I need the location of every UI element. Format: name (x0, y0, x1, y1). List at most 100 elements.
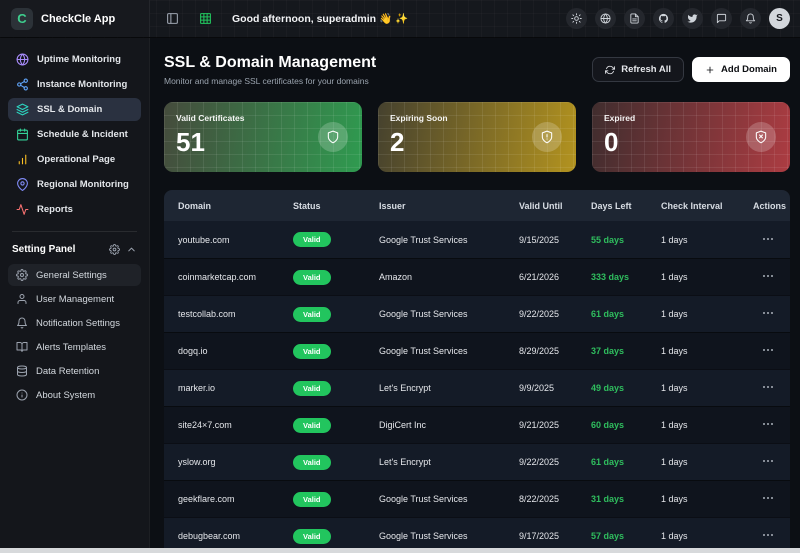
table-header-row: DomainStatusIssuerValid UntilDays LeftCh… (164, 190, 790, 221)
row-actions-button[interactable] (762, 233, 774, 247)
notifications-button[interactable] (740, 8, 761, 29)
column-header-status: Status (293, 201, 379, 211)
status-cell: Valid (293, 492, 379, 507)
user-avatar[interactable]: S (769, 8, 790, 29)
stat-card-valid-certificates: Valid Certificates51 (164, 102, 362, 172)
sidebar-item-reports[interactable]: Reports (8, 198, 141, 221)
actions-cell (753, 307, 790, 321)
sidebar: Uptime MonitoringInstance MonitoringSSL … (0, 38, 150, 548)
table-row: testcollab.comValidGoogle Trust Services… (164, 295, 790, 332)
status-cell: Valid (293, 232, 379, 247)
stat-card-expiring-soon: Expiring Soon2 (378, 102, 576, 172)
layers-icon (16, 103, 29, 116)
sidebar-collapse-button[interactable] (166, 12, 179, 25)
refresh-all-button[interactable]: Refresh All (592, 57, 684, 82)
sidebar-nav: Uptime MonitoringInstance MonitoringSSL … (0, 48, 149, 221)
domain-cell: youtube.com (178, 235, 293, 245)
shield-alert-icon (540, 130, 554, 144)
status-badge: Valid (293, 344, 331, 359)
domain-cell: marker.io (178, 383, 293, 393)
bar-chart-icon (16, 153, 29, 166)
days-left-cell: 37 days (591, 346, 661, 356)
settings-item-data-retention[interactable]: Data Retention (8, 360, 141, 382)
check-interval-cell: 1 days (661, 420, 753, 430)
apps-grid-button[interactable] (199, 12, 212, 25)
row-actions-button[interactable] (762, 381, 774, 395)
row-actions-button[interactable] (762, 455, 774, 469)
add-domain-label: Add Domain (721, 64, 777, 75)
table-row: youtube.comValidGoogle Trust Services9/1… (164, 221, 790, 258)
row-actions-button[interactable] (762, 529, 774, 543)
docs-button[interactable] (624, 8, 645, 29)
status-badge: Valid (293, 418, 331, 433)
settings-item-label: Notification Settings (36, 318, 120, 329)
domain-cell: yslow.org (178, 457, 293, 467)
issuer-cell: Google Trust Services (379, 346, 519, 356)
valid-until-cell: 9/9/2025 (519, 383, 591, 393)
settings-item-user-management[interactable]: User Management (8, 288, 141, 310)
stat-card-icon-circle (318, 122, 348, 152)
settings-panel-header: Setting Panel (0, 240, 149, 262)
status-cell: Valid (293, 455, 379, 470)
calendar-icon (16, 128, 29, 141)
column-header-issuer: Issuer (379, 201, 519, 211)
add-domain-button[interactable]: Add Domain (692, 57, 790, 82)
grid-icon (199, 12, 212, 25)
sidebar-item-ssl-domain[interactable]: SSL & Domain (8, 98, 141, 121)
issuer-cell: DigiCert Inc (379, 420, 519, 430)
days-left-cell: 333 days (591, 272, 661, 282)
bottom-edge-strip (0, 548, 800, 553)
table-row: marker.ioValidLet's Encrypt9/9/202549 da… (164, 369, 790, 406)
language-button[interactable] (595, 8, 616, 29)
refresh-all-label: Refresh All (621, 64, 671, 75)
actions-cell (753, 233, 790, 247)
refresh-icon (605, 65, 615, 75)
sidebar-item-regional-monitoring[interactable]: Regional Monitoring (8, 173, 141, 196)
actions-cell (753, 344, 790, 358)
row-actions-button[interactable] (762, 270, 774, 284)
twitter-button[interactable] (682, 8, 703, 29)
status-cell: Valid (293, 529, 379, 544)
github-button[interactable] (653, 8, 674, 29)
valid-until-cell: 9/15/2025 (519, 235, 591, 245)
theme-toggle-button[interactable] (566, 8, 587, 29)
row-actions-button[interactable] (762, 307, 774, 321)
map-pin-icon (16, 178, 29, 191)
status-badge: Valid (293, 455, 331, 470)
sidebar-item-operational-page[interactable]: Operational Page (8, 148, 141, 171)
column-header-actions: Actions (753, 201, 790, 211)
sidebar-item-instance-monitoring[interactable]: Instance Monitoring (8, 73, 141, 96)
table-row: dogq.ioValidGoogle Trust Services8/29/20… (164, 332, 790, 369)
settings-item-notification-settings[interactable]: Notification Settings (8, 312, 141, 334)
status-badge: Valid (293, 232, 331, 247)
status-badge: Valid (293, 307, 331, 322)
domain-cell: coinmarketcap.com (178, 272, 293, 282)
settings-item-about-system[interactable]: About System (8, 384, 141, 406)
row-actions-button[interactable] (762, 344, 774, 358)
check-interval-cell: 1 days (661, 235, 753, 245)
sidebar-item-uptime-monitoring[interactable]: Uptime Monitoring (8, 48, 141, 71)
row-actions-button[interactable] (762, 418, 774, 432)
table-row: geekflare.comValidGoogle Trust Services8… (164, 480, 790, 517)
status-cell: Valid (293, 270, 379, 285)
table-row: coinmarketcap.comValidAmazon6/21/2026333… (164, 258, 790, 295)
feedback-button[interactable] (711, 8, 732, 29)
settings-item-alerts-templates[interactable]: Alerts Templates (8, 336, 141, 358)
bell-icon (16, 317, 28, 329)
issuer-cell: Let's Encrypt (379, 383, 519, 393)
status-cell: Valid (293, 307, 379, 322)
sidebar-item-schedule-incident[interactable]: Schedule & Incident (8, 123, 141, 146)
greeting-text: Good afternoon, superadmin 👋 ✨ (232, 12, 408, 25)
check-interval-cell: 1 days (661, 494, 753, 504)
valid-until-cell: 9/17/2025 (519, 531, 591, 541)
row-actions-button[interactable] (762, 492, 774, 506)
settings-item-general-settings[interactable]: General Settings (8, 264, 141, 286)
settings-panel-title: Setting Panel (12, 244, 75, 255)
stat-card-label: Expired (604, 113, 778, 123)
domain-cell: testcollab.com (178, 309, 293, 319)
chevron-up-icon[interactable] (126, 244, 137, 255)
check-interval-cell: 1 days (661, 383, 753, 393)
settings-gear-icon[interactable] (109, 244, 120, 255)
valid-until-cell: 9/22/2025 (519, 309, 591, 319)
stat-card-icon-circle (746, 122, 776, 152)
